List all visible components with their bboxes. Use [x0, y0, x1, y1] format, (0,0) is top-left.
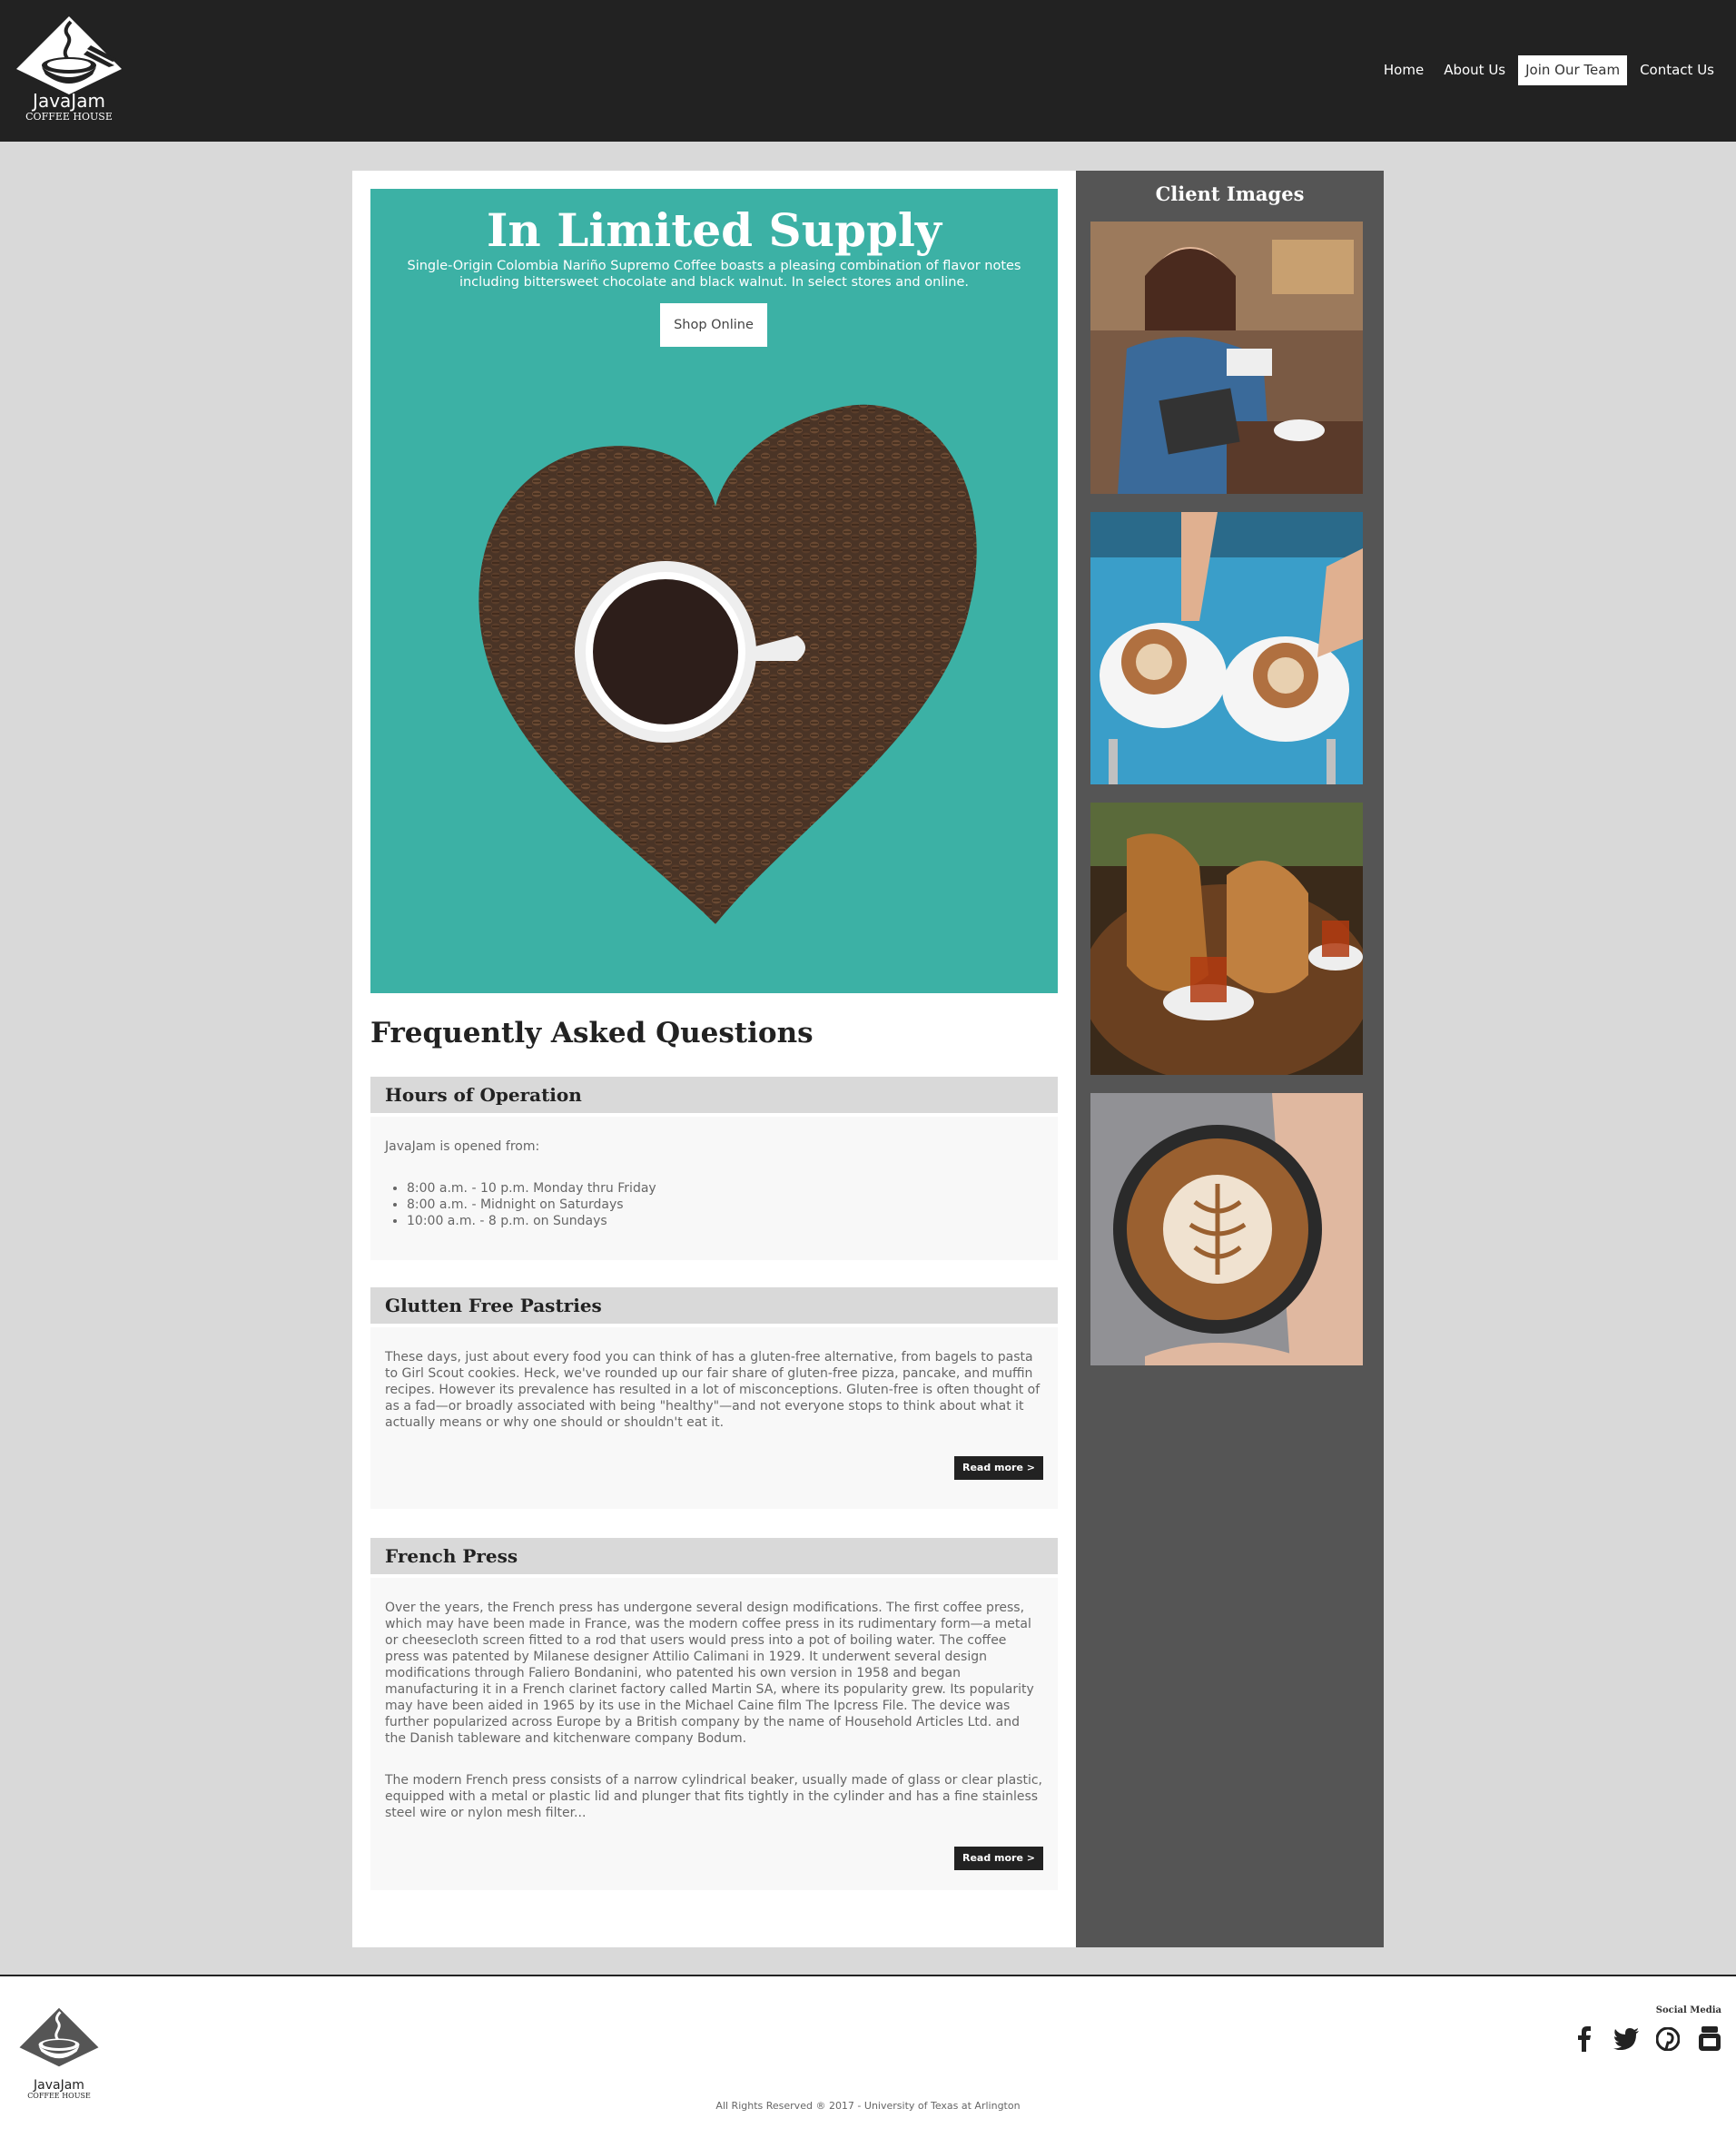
youtube-icon[interactable] [1696, 2025, 1723, 2053]
nav-join-our-team[interactable]: Join Our Team [1518, 55, 1628, 85]
site-footer: JavaJam COFFEE HOUSE Social Media All Ri… [0, 1975, 1736, 2138]
latte-art-photo [1090, 1093, 1363, 1365]
javajam-logo[interactable]: JavaJam COFFEE HOUSE [15, 15, 123, 125]
two-cappuccinos-photo [1090, 512, 1363, 784]
hero-banner: In Limited Supply Single-Origin Colombia… [370, 189, 1058, 993]
faq-hours-body: JavaJam is opened from: 8:00 a.m. - 10 p… [370, 1117, 1058, 1260]
french-paragraph-1: Over the years, the French press has und… [385, 1601, 1034, 1746]
hours-list: 8:00 a.m. - 10 p.m. Monday thru Friday 8… [407, 1180, 1043, 1229]
faq-gluten-body: These days, just about every food you ca… [370, 1327, 1058, 1509]
gluten-paragraph: These days, just about every food you ca… [385, 1350, 1041, 1430]
nav-home[interactable]: Home [1376, 55, 1431, 85]
faq-hours: Hours of Operation JavaJam is opened fro… [370, 1077, 1058, 1260]
copyright-text: All Rights Reserved ® 2017 - University … [715, 2100, 1021, 2112]
coffee-heart-image [434, 389, 997, 937]
list-item: 8:00 a.m. - Midnight on Saturdays [407, 1197, 1043, 1213]
footer-logo[interactable]: JavaJam COFFEE HOUSE [18, 1996, 100, 2100]
main-content: In Limited Supply Single-Origin Colombia… [352, 171, 1384, 1947]
coffee-cup-logo-icon [19, 2007, 99, 2067]
french-paragraph-2: The modern French press consists of a na… [385, 1773, 1043, 1820]
facebook-icon[interactable] [1571, 2025, 1598, 2053]
faq-gluten-free: Glutten Free Pastries These days, just a… [370, 1287, 1058, 1509]
main-nav: Home About Us Join Our Team Contact Us [1371, 55, 1721, 85]
list-item: 8:00 a.m. - 10 p.m. Monday thru Friday [407, 1180, 1043, 1197]
client-images-sidebar: Client Images [1076, 171, 1384, 1947]
woman-paying-card-photo [1090, 222, 1363, 494]
sidebar-title: Client Images [1155, 182, 1305, 205]
hero-text: Single-Origin Colombia Nariño Supremo Co… [407, 259, 1021, 290]
faq-gluten-heading[interactable]: Glutten Free Pastries [370, 1287, 1058, 1324]
social-media-label: Social Media [1655, 2005, 1721, 2015]
hero-title: In Limited Supply [487, 203, 942, 257]
turkish-tea-photo [1090, 803, 1363, 1075]
footer-logo-name: JavaJam [34, 2078, 84, 2093]
shop-online-button[interactable]: Shop Online [660, 303, 767, 347]
logo-subtitle: COFFEE HOUSE [25, 111, 113, 123]
read-more-button[interactable]: Read more > [953, 1847, 1043, 1870]
faq-french-body: Over the years, the French press has und… [370, 1578, 1058, 1890]
site-header: JavaJam COFFEE HOUSE Home About Us Join … [0, 0, 1736, 142]
faq-french-press: French Press Over the years, the French … [370, 1538, 1058, 1890]
read-more-button[interactable]: Read more > [953, 1456, 1043, 1480]
pinterest-icon[interactable] [1654, 2025, 1682, 2053]
faq-title: Frequently Asked Questions [370, 1017, 814, 1049]
faq-hours-heading[interactable]: Hours of Operation [370, 1077, 1058, 1113]
social-icons [1571, 2025, 1723, 2053]
list-item: 10:00 a.m. - 8 p.m. on Sundays [407, 1213, 1043, 1229]
faq-french-heading[interactable]: French Press [370, 1538, 1058, 1574]
nav-about-us[interactable]: About Us [1436, 55, 1513, 85]
twitter-icon[interactable] [1613, 2025, 1640, 2053]
nav-contact-us[interactable]: Contact Us [1632, 55, 1721, 85]
coffee-cup-logo-icon [16, 16, 122, 94]
hours-intro: JavaJam is opened from: [385, 1139, 540, 1154]
logo-name: JavaJam [33, 90, 105, 112]
